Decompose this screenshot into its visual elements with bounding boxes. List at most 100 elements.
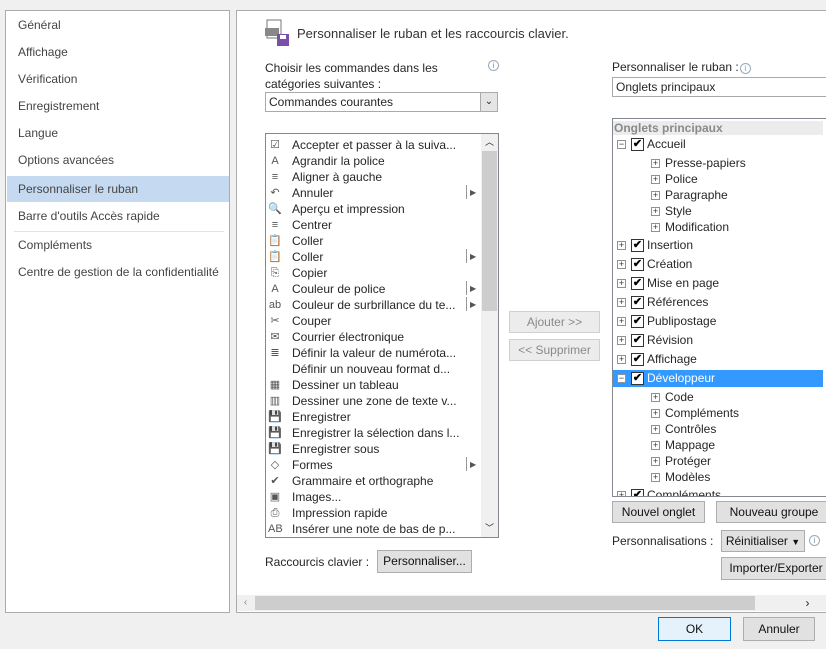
command-item[interactable]: ↶ Annuler ▶ <box>266 185 481 201</box>
scroll-up-icon[interactable]: ︿ <box>481 134 498 151</box>
checkbox[interactable]: ✔ <box>631 258 644 271</box>
expand-icon[interactable]: + <box>651 393 660 402</box>
command-item[interactable]: 💾 Enregistrer sous <box>266 441 481 457</box>
sidebar-item[interactable]: Personnaliser le ruban <box>7 176 229 202</box>
import-export-button[interactable]: Importer/Exporter <box>721 557 826 580</box>
command-item[interactable]: ab Couleur de surbrillance du te... ▶ <box>266 297 481 313</box>
tree-node[interactable]: + ✔ Affichage <box>613 351 823 368</box>
checkbox[interactable]: ✔ <box>631 372 644 385</box>
tree-node[interactable]: + ✔ Références <box>613 294 823 311</box>
expand-icon[interactable]: + <box>651 409 660 418</box>
command-item[interactable]: ≡ Aligner à gauche <box>266 169 481 185</box>
command-item[interactable]: Définir un nouveau format d... <box>266 361 481 377</box>
expand-icon[interactable]: + <box>651 441 660 450</box>
expand-icon[interactable]: + <box>617 298 626 307</box>
remove-button[interactable]: << Supprimer <box>509 339 600 361</box>
expand-icon[interactable]: + <box>617 241 626 250</box>
tree-node[interactable]: − ✔ Accueil <box>613 136 823 153</box>
expand-icon[interactable]: + <box>617 491 626 496</box>
command-item[interactable]: 📋 Coller <box>266 233 481 249</box>
expand-icon[interactable]: + <box>651 473 660 482</box>
info-icon[interactable]: i <box>809 535 820 546</box>
command-item[interactable]: ▥ Dessiner une zone de texte v... <box>266 393 481 409</box>
expand-icon[interactable]: + <box>617 279 626 288</box>
expand-icon[interactable]: + <box>651 191 660 200</box>
vertical-scrollbar[interactable]: ︿ ﹀ <box>481 134 498 537</box>
checkbox[interactable]: ✔ <box>631 277 644 290</box>
expand-icon[interactable]: + <box>651 207 660 216</box>
tree-node[interactable]: + Paragraphe <box>613 187 823 204</box>
tree-node[interactable]: + Mappage <box>613 437 823 454</box>
ok-button[interactable]: OK <box>658 617 731 641</box>
ribbon-tabs-dropdown[interactable]: Onglets principaux <box>612 77 826 97</box>
checkbox[interactable]: ✔ <box>631 315 644 328</box>
tree-node[interactable]: − ✔ Développeur <box>613 370 823 387</box>
command-item[interactable]: ≣ Définir la valeur de numérota... <box>266 345 481 361</box>
collapse-icon[interactable]: − <box>617 140 626 149</box>
tree-node[interactable]: + Code <box>613 389 823 406</box>
scrollbar-thumb[interactable] <box>255 596 755 610</box>
tree-node[interactable]: + ✔ Publipostage <box>613 313 823 330</box>
add-button[interactable]: Ajouter >> <box>509 311 600 333</box>
command-item[interactable]: ☑ Accepter et passer à la suiva... <box>266 137 481 153</box>
tree-node[interactable]: + Contrôles <box>613 421 823 438</box>
reset-button[interactable]: Réinitialiser ▼ <box>721 530 805 552</box>
commands-category-dropdown[interactable]: Commandes courantes ⌄ <box>265 92 498 112</box>
sidebar-item[interactable]: Affichage <box>7 39 229 65</box>
tree-node[interactable]: + Style <box>613 203 823 220</box>
tree-node[interactable]: + ✔ Création <box>613 256 823 273</box>
command-item[interactable]: 💾 Enregistrer <box>266 409 481 425</box>
expand-icon[interactable]: + <box>651 425 660 434</box>
sidebar-item[interactable]: Vérification <box>7 66 229 92</box>
customize-shortcuts-button[interactable]: Personnaliser... <box>377 550 472 573</box>
info-icon[interactable]: i <box>488 60 499 71</box>
tree-node[interactable]: + Modification <box>613 219 823 236</box>
new-tab-button[interactable]: Nouvel onglet <box>612 501 705 523</box>
command-item[interactable]: ◇ Formes ▶ <box>266 457 481 473</box>
command-item[interactable]: ≡ Centrer <box>266 217 481 233</box>
checkbox[interactable]: ✔ <box>631 239 644 252</box>
tree-node[interactable]: + ✔ Révision <box>613 332 823 349</box>
horizontal-scrollbar[interactable]: ‹ › <box>237 595 826 611</box>
checkbox[interactable]: ✔ <box>631 489 644 496</box>
tree-node[interactable]: + Compléments <box>613 405 823 422</box>
tree-node[interactable]: + Police <box>613 171 823 188</box>
tree-node[interactable]: + ✔ Insertion <box>613 237 823 254</box>
command-item[interactable]: ✉ Courrier électronique <box>266 329 481 345</box>
command-item[interactable]: AB Insérer une note de bas de p... <box>266 521 481 537</box>
ribbon-tree[interactable]: Onglets principaux − ✔ Accueil + Presse-papi… <box>612 118 826 497</box>
command-item[interactable]: A Agrandir la police <box>266 153 481 169</box>
command-item[interactable]: 🔍 Aperçu et impression <box>266 201 481 217</box>
cancel-button[interactable]: Annuler <box>743 617 815 641</box>
checkbox[interactable]: ✔ <box>631 296 644 309</box>
expand-icon[interactable]: + <box>651 175 660 184</box>
command-item[interactable]: ✂ Couper <box>266 313 481 329</box>
checkbox[interactable]: ✔ <box>631 353 644 366</box>
expand-icon[interactable]: + <box>617 355 626 364</box>
sidebar-item[interactable]: Options avancées <box>7 147 229 173</box>
scroll-left-icon[interactable]: ‹ <box>237 595 254 611</box>
sidebar-item[interactable]: Centre de gestion de la confidentialité <box>7 259 229 285</box>
command-item[interactable]: ▦ Dessiner un tableau <box>266 377 481 393</box>
command-item[interactable]: A Couleur de police ▶ <box>266 281 481 297</box>
sidebar-item[interactable]: Langue <box>7 120 229 146</box>
info-icon[interactable]: i <box>739 63 751 74</box>
tree-node[interactable]: + ✔ Mise en page <box>613 275 823 292</box>
scroll-down-icon[interactable]: ﹀ <box>481 520 498 537</box>
scroll-right-icon[interactable]: › <box>799 595 816 611</box>
expand-icon[interactable]: + <box>651 223 660 232</box>
new-group-button[interactable]: Nouveau groupe <box>716 501 826 523</box>
tree-node[interactable]: + Modèles <box>613 469 823 486</box>
collapse-icon[interactable]: − <box>617 374 626 383</box>
tree-node[interactable]: + Presse-papiers <box>613 155 823 172</box>
expand-icon[interactable]: + <box>617 317 626 326</box>
command-item[interactable]: ✔ Grammaire et orthographe <box>266 473 481 489</box>
expand-icon[interactable]: + <box>617 260 626 269</box>
sidebar-item[interactable]: Enregistrement <box>7 93 229 119</box>
sidebar-item[interactable]: Général <box>7 12 229 38</box>
scrollbar-thumb[interactable] <box>482 151 497 311</box>
commands-list[interactable]: AB Insérer une note de bas de p... ⎙ Impres… <box>265 133 499 538</box>
tree-node[interactable]: + ✔ Compléments <box>613 487 823 496</box>
command-item[interactable]: ⎘ Copier <box>266 265 481 281</box>
command-item[interactable]: 📋 Coller ▶ <box>266 249 481 265</box>
